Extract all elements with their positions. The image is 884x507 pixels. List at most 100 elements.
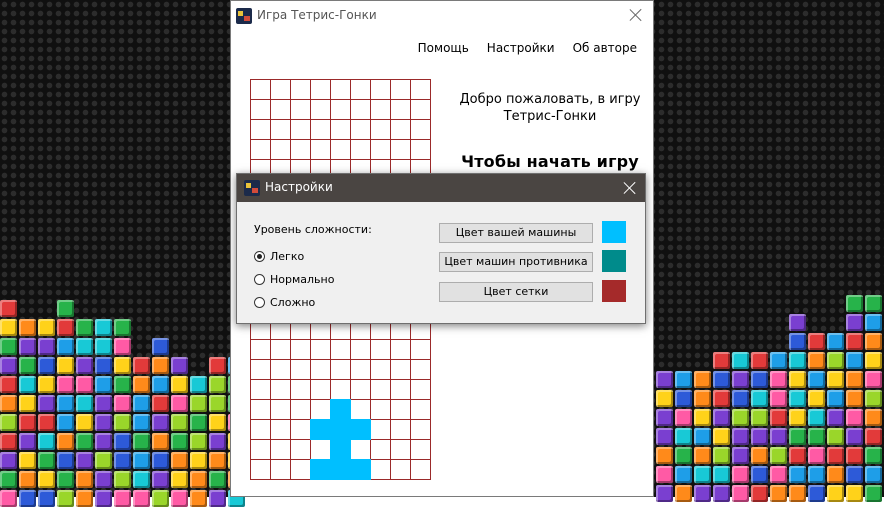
tetris-block [713,371,730,388]
tetris-block [190,376,207,393]
tetris-block [152,471,169,488]
tetris-block [656,428,673,445]
settings-dialog: Настройки Уровень сложности: Легко Норма… [236,173,646,324]
tetris-block [171,357,188,374]
radio-normal[interactable]: Нормально [254,273,334,286]
tetris-block [171,433,188,450]
player-car-color-swatch[interactable] [602,221,626,243]
tetris-block [0,319,17,336]
tetris-block [675,371,692,388]
player-car-cell [330,399,351,420]
close-icon[interactable] [622,180,638,196]
tetris-block [846,390,863,407]
enemy-car-color-button[interactable]: Цвет машин противника [439,252,593,272]
tetris-block [38,414,55,431]
tetris-block [95,319,112,336]
tetris-block [19,414,36,431]
tetris-block [865,466,882,483]
tetris-block [114,490,131,507]
tetris-block [95,357,112,374]
tetris-block [57,490,74,507]
tetris-block [152,433,169,450]
tetris-block [57,376,74,393]
tetris-block [0,300,17,317]
tetris-block [209,452,226,469]
close-icon[interactable] [628,7,644,23]
radio-button-icon[interactable] [254,297,265,308]
tetris-block [209,414,226,431]
tetris-block [827,466,844,483]
tetris-block [57,452,74,469]
tetris-block [865,333,882,350]
radio-label: Сложно [270,296,316,309]
enemy-car-color-swatch[interactable] [602,250,626,272]
tetris-block [38,490,55,507]
player-car-cell [310,419,331,440]
tetris-block [76,471,93,488]
tetris-block [38,471,55,488]
tetris-block [209,471,226,488]
tetris-block [865,485,882,502]
tetris-block [827,428,844,445]
tetris-block [713,409,730,426]
tetris-block [38,319,55,336]
tetris-block [713,447,730,464]
tetris-block [789,314,806,331]
tetris-block [133,433,150,450]
tetris-block [713,352,730,369]
tetris-block [865,447,882,464]
radio-label: Нормально [270,273,335,286]
tetris-block [0,376,17,393]
tetris-block [827,447,844,464]
tetris-block [0,452,17,469]
tetris-block [751,447,768,464]
tetris-block [19,452,36,469]
tetris-block [133,471,150,488]
tetris-block [76,357,93,374]
menu-settings[interactable]: Настройки [487,41,555,55]
tetris-block [789,390,806,407]
tetris-block [827,485,844,502]
tetris-block [846,333,863,350]
tetris-block [865,295,882,312]
tetris-block [865,428,882,445]
tetris-block [209,376,226,393]
tetris-block [675,466,692,483]
tetris-block [713,428,730,445]
grid-color-button[interactable]: Цвет сетки [439,282,593,302]
tetris-block [732,409,749,426]
player-car-color-button[interactable]: Цвет вашей машины [439,223,593,243]
tetris-block [694,409,711,426]
tetris-block [827,333,844,350]
radio-button-icon[interactable] [254,251,265,262]
tetris-block [76,319,93,336]
tetris-block [57,395,74,412]
tetris-block [114,395,131,412]
tetris-block [846,295,863,312]
tetris-block [38,376,55,393]
tetris-block [152,395,169,412]
tetris-block [713,466,730,483]
tetris-block [694,485,711,502]
tetris-block [656,409,673,426]
menu-help[interactable]: Помощь [418,41,469,55]
tetris-block [808,409,825,426]
tetris-block [751,466,768,483]
grid-color-swatch[interactable] [602,280,626,302]
tetris-block [76,433,93,450]
tetris-block [808,333,825,350]
tetris-block [95,433,112,450]
tetris-block [152,338,169,355]
radio-button-icon[interactable] [254,274,265,285]
radio-hard[interactable]: Сложно [254,296,315,309]
tetris-block [675,409,692,426]
tetris-block [95,414,112,431]
tetris-block [190,452,207,469]
radio-easy[interactable]: Легко [254,250,304,263]
tetris-block [76,452,93,469]
tetris-block [656,371,673,388]
tetris-block [827,352,844,369]
tetris-block [19,357,36,374]
tetris-block [171,471,188,488]
menu-about[interactable]: Об авторе [573,41,637,55]
